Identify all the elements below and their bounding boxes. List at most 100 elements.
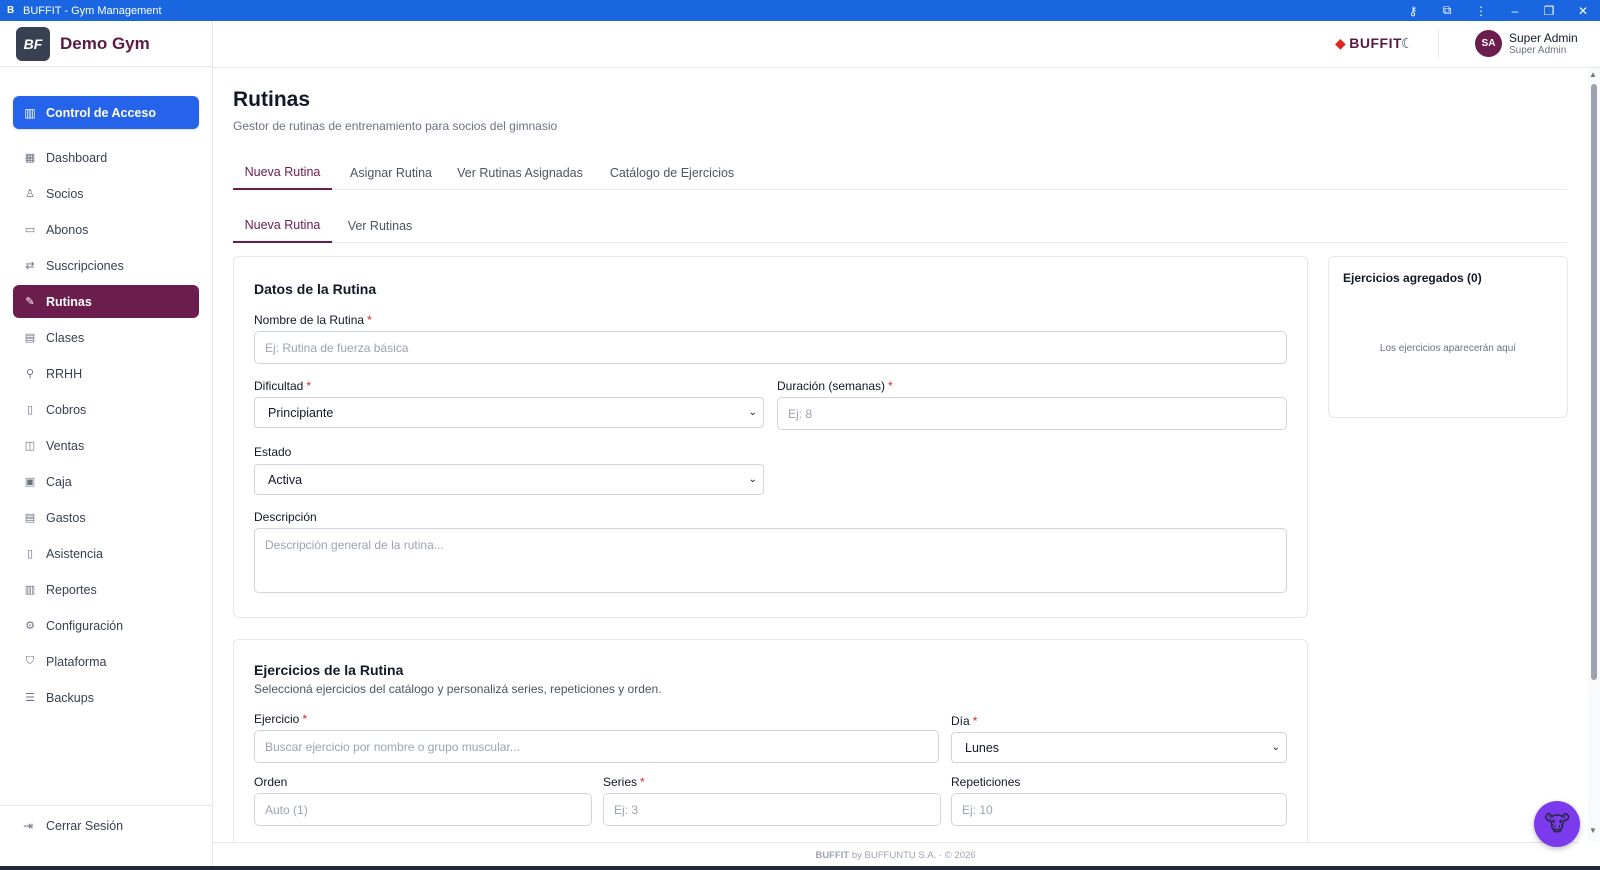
minimize-icon[interactable]: – <box>1498 4 1532 18</box>
brand[interactable]: BF Demo Gym <box>0 21 212 67</box>
sidebar-item-label: Caja <box>46 474 72 489</box>
header-divider <box>1438 30 1439 58</box>
dumbbell-icon: ✎ <box>25 296 35 308</box>
window-controls: ⚷ ⧉ ⋮ – ❐ ✕ <box>1396 0 1600 21</box>
sidebar-item-reportes[interactable]: ▥ Reportes <box>13 573 199 606</box>
page-scrollbar[interactable]: ▲ ▼ <box>1588 68 1600 842</box>
check-clipboard-icon: ▯ <box>26 548 34 560</box>
main-tabs: Nueva Rutina Asignar Rutina Ver Rutinas … <box>233 156 1567 190</box>
card-icon: ▭ <box>24 224 36 236</box>
sidebar-item-cobros[interactable]: ▯ Cobros <box>13 393 199 426</box>
bag-icon: ◫ <box>24 440 36 452</box>
scroll-down-icon[interactable]: ▼ <box>1589 826 1597 835</box>
sidebar-item-label: Dashboard <box>46 150 108 165</box>
more-vertical-icon[interactable]: ⋮ <box>1464 4 1498 18</box>
required-marker: * <box>306 379 312 393</box>
tab-ver-rutinas-asignadas[interactable]: Ver Rutinas Asignadas <box>452 156 588 190</box>
users-icon: ♙ <box>25 188 35 200</box>
sidebar-item-caja[interactable]: ▣ Caja <box>13 465 199 498</box>
sidebar-item-label: Socios <box>46 186 84 201</box>
day-label-text: Día <box>951 714 970 728</box>
exercise-label-text: Ejercicio <box>254 712 300 726</box>
routine-name-input[interactable]: Ej: Rutina de fuerza básica <box>254 331 1287 364</box>
avatar[interactable]: SA <box>1475 30 1502 57</box>
building-icon: ▥ <box>24 105 36 120</box>
status-value: Activa <box>268 472 303 487</box>
sidebar-item-label: Gastos <box>46 510 86 525</box>
top-header: ◆ BUFFIT ☾ SA Super Admin Super Admin <box>213 21 1600 68</box>
moon-icon[interactable]: ☾ <box>1401 35 1414 52</box>
sidebar-item-label: Asistencia <box>46 546 103 561</box>
sidebar-item-ventas[interactable]: ◫ Ventas <box>13 429 199 462</box>
brand-logo-icon: BF <box>16 26 50 61</box>
chevron-down-icon: ⌄ <box>748 474 757 485</box>
grid-icon: ▦ <box>24 152 36 164</box>
difficulty-select[interactable]: Principiante ⌄ <box>254 397 764 428</box>
clipboard-icon: ▯ <box>26 404 34 416</box>
routine-name-label-text: Nombre de la Rutina <box>254 313 365 327</box>
key-icon[interactable]: ⚷ <box>1396 4 1430 18</box>
day-label: Día * <box>951 714 977 728</box>
sidebar-item-label: Clases <box>46 330 85 345</box>
day-select[interactable]: Lunes ⌄ <box>951 732 1287 763</box>
duration-label: Duración (semanas) * <box>777 379 893 393</box>
subtab-nueva-rutina[interactable]: Nueva Rutina <box>233 209 332 243</box>
order-input[interactable]: Auto (1) <box>254 793 592 826</box>
logout-label: Cerrar Sesión <box>46 818 124 833</box>
sidebar-item-label: Configuración <box>46 618 124 633</box>
tab-asignar-rutina[interactable]: Asignar Rutina <box>345 156 437 190</box>
routine-data-card: Datos de la Rutina Nombre de la Rutina * … <box>233 256 1308 618</box>
required-marker: * <box>640 775 645 789</box>
sidebar-item-asistencia[interactable]: ▯ Asistencia <box>13 537 199 570</box>
sidebar-item-configuracion[interactable]: ⚙ Configuración <box>13 609 199 642</box>
scrollbar-thumb[interactable] <box>1591 84 1597 680</box>
series-input[interactable]: Ej: 3 <box>603 793 941 826</box>
difficulty-label-text: Dificultad <box>254 379 304 393</box>
status-select[interactable]: Activa ⌄ <box>254 464 764 495</box>
sub-tabs: Nueva Rutina Ver Rutinas <box>233 209 1567 243</box>
sidebar-item-backups[interactable]: ☰ Backups <box>13 681 199 714</box>
sidebar-item-rrhh[interactable]: ⚲ RRHH <box>13 357 199 390</box>
difficulty-value: Principiante <box>268 405 334 420</box>
series-label: Series * <box>603 775 645 789</box>
required-marker: * <box>888 379 893 393</box>
footer-text: by BUFFUNTU S.A. · © 2026 <box>849 850 976 861</box>
tab-nueva-rutina[interactable]: Nueva Rutina <box>233 156 332 190</box>
chevron-down-icon: ⌄ <box>1271 742 1280 753</box>
sidebar-item-gastos[interactable]: ▤ Gastos <box>13 501 199 534</box>
window-titlebar: B BUFFIT - Gym Management ⚷ ⧉ ⋮ – ❐ ✕ <box>0 0 1600 21</box>
sidebar-item-dashboard[interactable]: ▦ Dashboard <box>13 141 199 174</box>
gear-icon: ⚙ <box>25 620 35 632</box>
close-icon[interactable]: ✕ <box>1566 4 1600 18</box>
bull-mascot-icon: 🐮 <box>1543 811 1571 836</box>
access-control-button[interactable]: ▥ Control de Acceso <box>13 96 199 129</box>
restore-icon[interactable]: ❐ <box>1532 4 1566 18</box>
receipt-icon: ▤ <box>24 512 36 524</box>
exercise-search-input[interactable]: Buscar ejercicio por nombre o grupo musc… <box>254 730 939 763</box>
sidebar-item-clases[interactable]: ▤ Clases <box>13 321 199 354</box>
sidebar-item-suscripciones[interactable]: ⇄ Suscripciones <box>13 249 199 282</box>
assistant-chat-button[interactable]: 🐮 <box>1534 801 1580 847</box>
sidebar-item-socios[interactable]: ♙ Socios <box>13 177 199 210</box>
duration-input[interactable]: Ej: 8 <box>777 397 1287 430</box>
description-label: Descripción <box>254 510 317 524</box>
scroll-up-icon[interactable]: ▲ <box>1589 70 1597 79</box>
user-name[interactable]: Super Admin <box>1509 31 1578 45</box>
sidebar-item-rutinas[interactable]: ✎ Rutinas <box>13 285 199 318</box>
bar-chart-icon: ▥ <box>24 584 36 596</box>
buffit-logo: ◆ BUFFIT <box>1335 35 1402 52</box>
description-textarea[interactable]: Descripción general de la rutina... <box>254 528 1287 593</box>
sidebar-item-plataforma[interactable]: ⛉ Plataforma <box>13 645 199 678</box>
user-key-icon: ⚲ <box>25 368 35 380</box>
status-label: Estado <box>254 445 292 459</box>
exercises-added-card: Ejercicios agregados (0) Los ejercicios … <box>1328 256 1568 418</box>
logout-button[interactable]: ⇥ Cerrar Sesión <box>0 805 212 845</box>
reps-input[interactable]: Ej: 10 <box>951 793 1287 826</box>
sidebar-item-label: Backups <box>46 690 94 705</box>
extensions-icon[interactable]: ⧉ <box>1430 3 1464 18</box>
subtab-ver-rutinas[interactable]: Ver Rutinas <box>341 209 419 243</box>
sidebar-item-abonos[interactable]: ▭ Abonos <box>13 213 199 246</box>
tab-catalogo-ejercicios[interactable]: Catálogo de Ejercicios <box>602 156 742 190</box>
database-icon: ☰ <box>25 692 35 704</box>
buffit-logo-icon: ◆ <box>1335 35 1347 51</box>
